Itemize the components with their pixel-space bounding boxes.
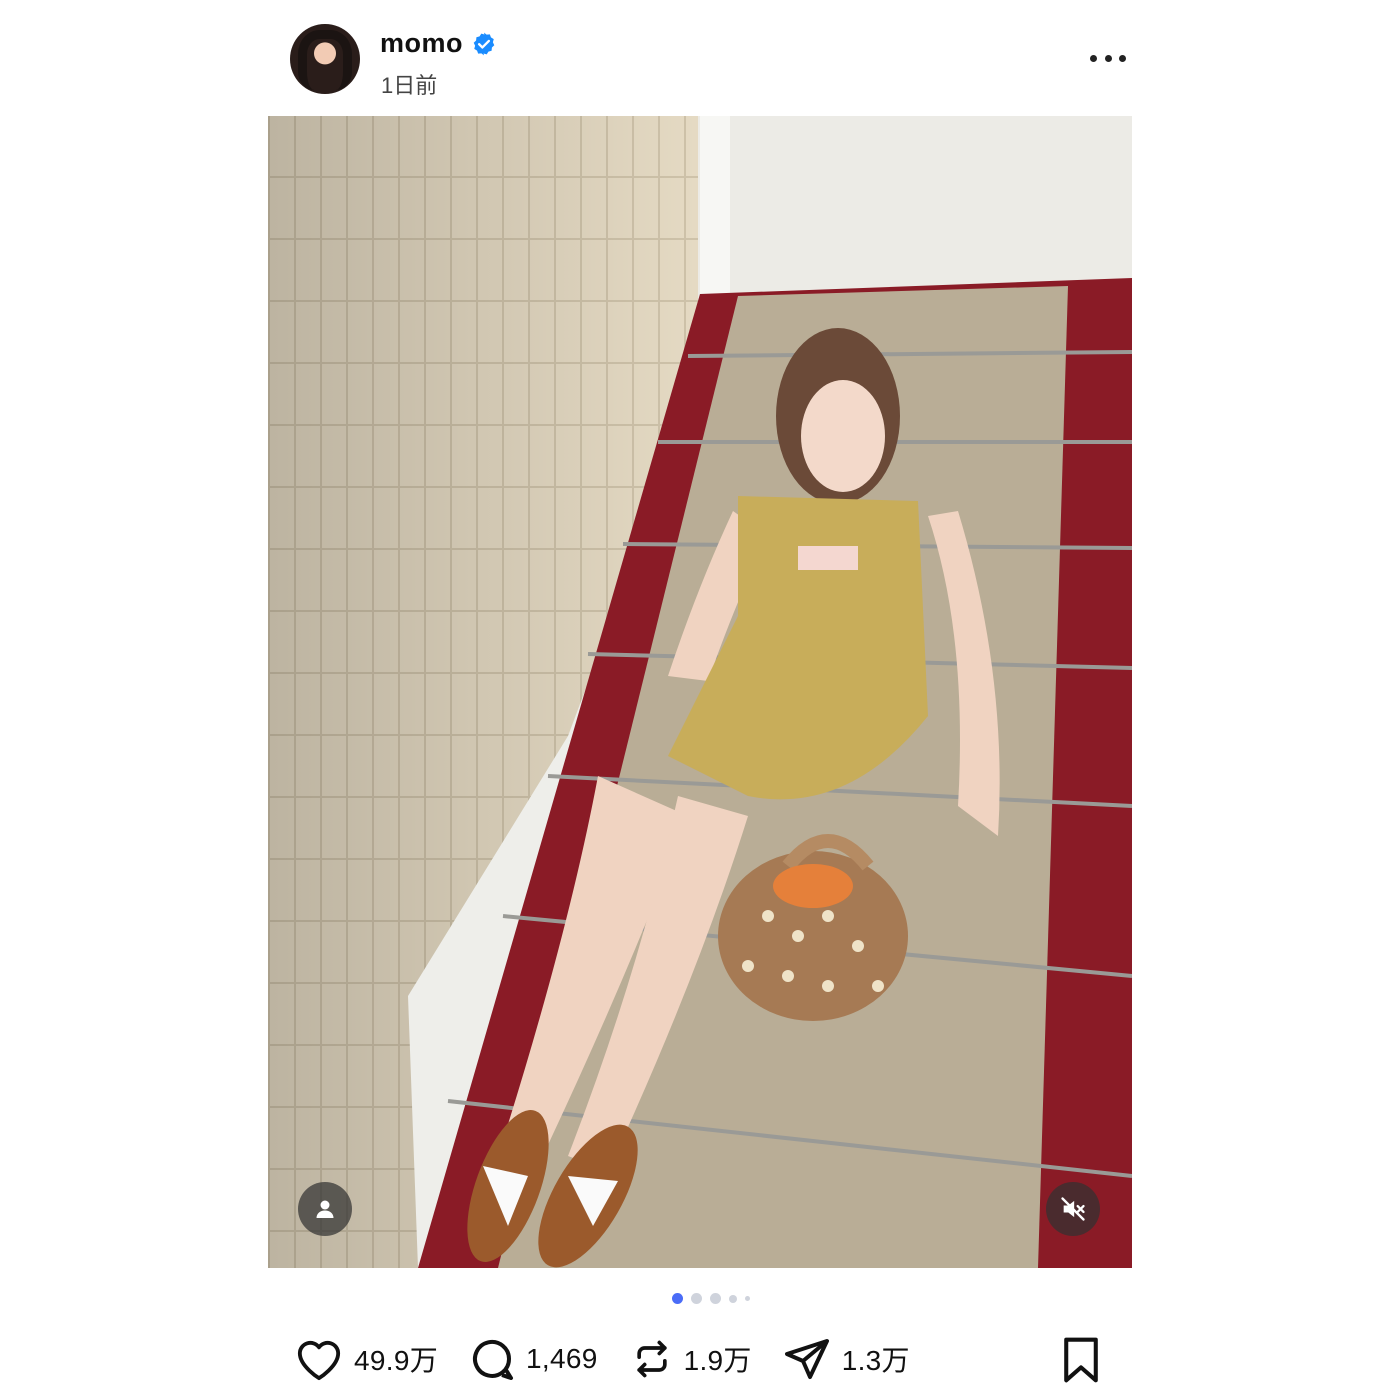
repost-icon: [636, 1340, 667, 1378]
more-horizontal-icon: [1090, 54, 1097, 62]
carousel-dot-active[interactable]: [672, 1293, 683, 1304]
carousel-dot[interactable]: [745, 1296, 750, 1301]
share-count: 1.3万: [841, 1345, 910, 1376]
action-bar: 49.9万 1,469 1.9万 1.3万: [294, 1334, 910, 1384]
mute-toggle-button[interactable]: [1046, 1182, 1100, 1236]
post-header: momo 1日前: [290, 24, 1130, 98]
comment-count: 1,469: [526, 1343, 598, 1374]
like-button[interactable]: 49.9万: [294, 1336, 438, 1382]
heart-icon: [297, 1340, 341, 1381]
carousel-indicator: [672, 1293, 750, 1304]
repost-button[interactable]: 1.9万: [630, 1335, 752, 1383]
username[interactable]: momo: [380, 28, 463, 59]
post-photo: [268, 116, 1132, 1268]
send-icon: [784, 1339, 829, 1379]
post-media[interactable]: [268, 116, 1132, 1268]
repost-count: 1.9万: [683, 1345, 752, 1376]
carousel-dot[interactable]: [691, 1293, 702, 1304]
post-timestamp: 1日前: [381, 73, 438, 98]
comment-button[interactable]: 1,469: [468, 1335, 598, 1383]
comment-bubble-icon: [473, 1339, 513, 1380]
user-tag-button[interactable]: [298, 1182, 352, 1236]
bookmark-icon[interactable]: [1058, 1336, 1104, 1384]
avatar[interactable]: [290, 24, 360, 94]
carousel-dot[interactable]: [729, 1294, 737, 1303]
username-row: momo: [380, 28, 497, 59]
like-count: 49.9万: [354, 1345, 438, 1376]
carousel-dot[interactable]: [710, 1293, 721, 1304]
share-button[interactable]: 1.3万: [782, 1335, 910, 1383]
more-options-button[interactable]: [1086, 46, 1130, 70]
user-tag-icon: [316, 1200, 334, 1218]
verified-badge-icon: [473, 32, 495, 55]
volume-muted-icon: [1061, 1197, 1085, 1221]
